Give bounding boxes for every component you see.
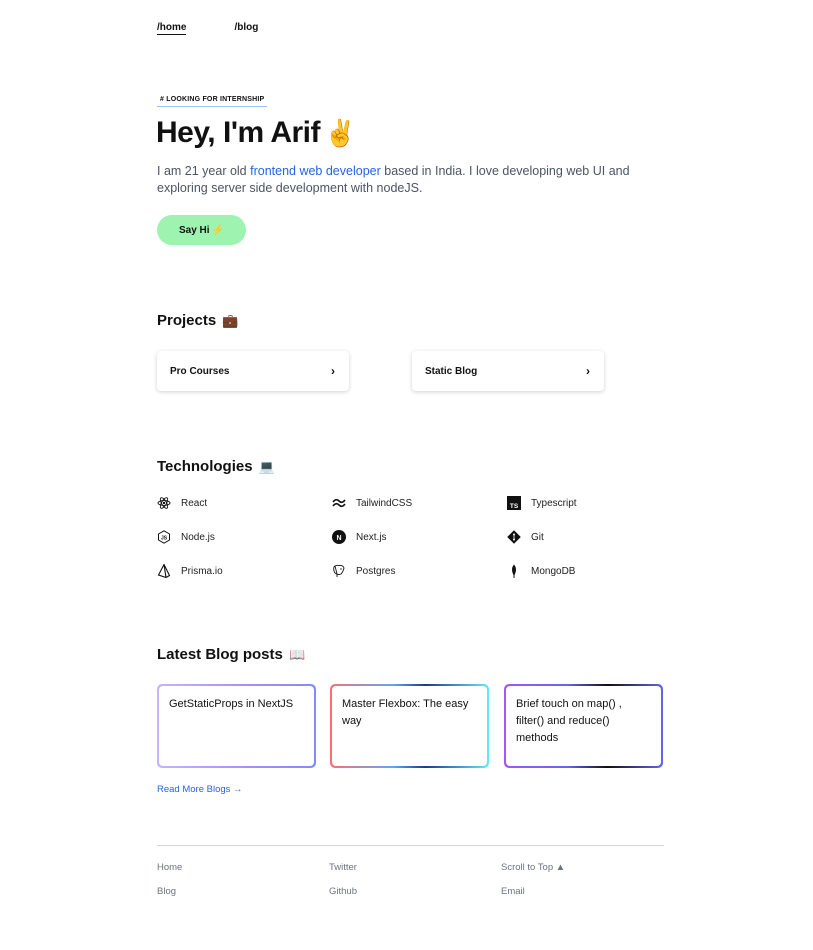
footer-twitter-link[interactable]: Twitter [329, 862, 357, 873]
tech-label: Next.js [356, 531, 387, 543]
say-hi-label: Say Hi [178, 224, 210, 236]
tech-label: Postgres [356, 565, 396, 577]
blog-card-title: GetStaticProps in NextJS [159, 686, 314, 766]
tech-label: Prisma.io [181, 565, 223, 577]
nav-home-link[interactable]: /home [157, 22, 187, 35]
typescript-icon: TS [507, 496, 521, 510]
open-book-icon: 📖 [289, 647, 306, 662]
intro-text: I am 21 year old frontend web developer … [157, 163, 657, 196]
blog-card[interactable]: Master Flexbox: The easy way [330, 684, 489, 768]
tech-item-postgres: Postgres [332, 564, 395, 578]
blog-heading: Latest Blog posts 📖 [157, 646, 305, 663]
prisma-icon [157, 564, 171, 578]
projects-heading-text: Projects [157, 312, 217, 329]
technologies-heading: Technologies 💻 [157, 458, 275, 475]
tech-item-git: Git [507, 530, 544, 544]
footer-blog-link[interactable]: Blog [157, 886, 176, 897]
footer-home-link[interactable]: Home [157, 862, 182, 873]
blog-card[interactable]: GetStaticProps in NextJS [157, 684, 316, 768]
mongodb-icon [507, 564, 521, 578]
page-title: Hey, I'm Arif ✌️ [156, 116, 356, 150]
intro-before: I am 21 year old [157, 164, 251, 178]
tech-label: Git [531, 531, 544, 543]
top-nav: /home /blog [157, 22, 258, 35]
tech-item-nextjs: N Next.js [332, 530, 387, 544]
postgres-icon [332, 564, 346, 578]
intro-highlight: frontend web developer [250, 164, 381, 178]
tech-item-prisma: Prisma.io [157, 564, 223, 578]
tech-label: MongoDB [531, 565, 576, 577]
tech-item-typescript: TS Typescript [507, 496, 577, 510]
svg-text:TS: TS [510, 503, 519, 510]
laptop-icon: 💻 [258, 459, 275, 474]
react-icon [157, 496, 171, 510]
blog-card-title: Master Flexbox: The easy way [332, 686, 487, 766]
svg-text:N: N [336, 535, 341, 542]
project-title: Pro Courses [170, 365, 230, 377]
blog-heading-text: Latest Blog posts [157, 646, 283, 663]
projects-heading: Projects 💼 [157, 312, 239, 329]
nodejs-icon: JS [157, 530, 171, 544]
say-hi-button[interactable]: Say Hi ⚡ [157, 215, 246, 245]
read-more-blogs-link[interactable]: Read More Blogs → [157, 784, 243, 795]
title-text: Hey, I'm Arif [156, 116, 321, 149]
footer-scroll-top-link[interactable]: Scroll to Top ▲ [501, 862, 565, 873]
project-title: Static Blog [425, 365, 478, 377]
tech-item-nodejs: JS Node.js [157, 530, 215, 544]
project-card-pro-courses[interactable]: Pro Courses › [157, 351, 349, 391]
technologies-heading-text: Technologies [157, 458, 253, 475]
tech-label: React [181, 497, 208, 509]
git-icon [507, 530, 521, 544]
tailwind-icon [332, 496, 346, 510]
victory-hand-icon: ✌️ [324, 118, 356, 148]
footer-github-link[interactable]: Github [329, 886, 357, 897]
nextjs-icon: N [332, 530, 346, 544]
briefcase-icon: 💼 [222, 313, 239, 328]
tech-item-mongodb: MongoDB [507, 564, 575, 578]
footer-email-link[interactable]: Email [501, 886, 525, 897]
nav-blog-link[interactable]: /blog [234, 22, 258, 35]
tech-item-react: React [157, 496, 207, 510]
chevron-right-icon: › [331, 364, 335, 378]
chevron-right-icon: › [586, 364, 590, 378]
svg-text:JS: JS [161, 536, 168, 542]
lightning-icon: ⚡ [211, 224, 225, 236]
tech-item-tailwind: TailwindCSS [332, 496, 412, 510]
tech-label: Node.js [181, 531, 215, 543]
footer-divider [157, 845, 664, 846]
blog-card[interactable]: Brief touch on map() , filter() and redu… [504, 684, 663, 768]
tech-label: TailwindCSS [356, 497, 413, 509]
blog-card-title: Brief touch on map() , filter() and redu… [506, 686, 661, 766]
internship-badge: # LOOKING FOR INTERNSHIP [157, 96, 268, 107]
project-card-static-blog[interactable]: Static Blog › [412, 351, 604, 391]
tech-label: Typescript [531, 497, 577, 509]
